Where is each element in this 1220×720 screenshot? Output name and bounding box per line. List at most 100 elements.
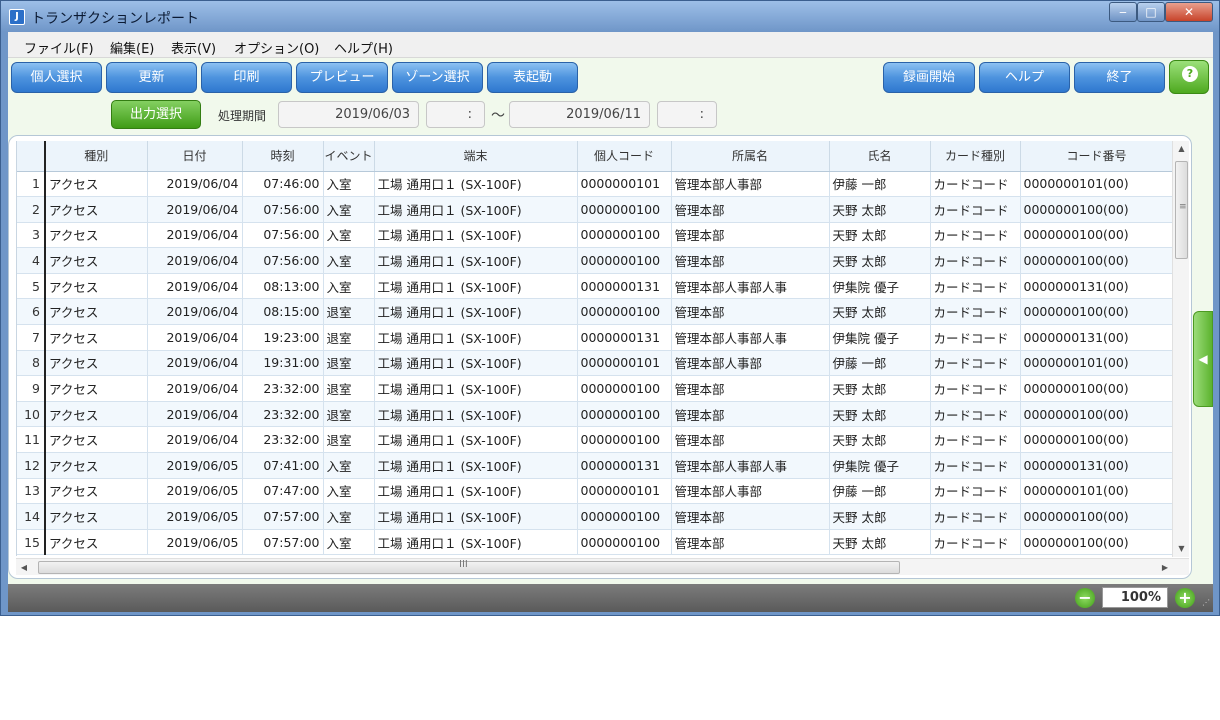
scroll-down-icon[interactable]: ▼ <box>1173 541 1190 557</box>
transaction-grid[interactable]: 種別 日付 時刻 イベント 端末 個人コード 所属名 氏名 カード種別 コード番号 1 アクセス 20… <box>16 141 1172 556</box>
table-cell: 工場 通用口１ (SX-100F) <box>374 196 578 223</box>
table-cell: 天野 太郎 <box>829 247 931 274</box>
row-number: 12 <box>17 452 46 479</box>
refresh-button[interactable]: 更新 <box>106 62 197 93</box>
table-cell: アクセス <box>45 324 148 351</box>
output-select-button[interactable]: 出力選択 <box>111 100 201 129</box>
table-row[interactable]: 4 アクセス 2019/06/04 07:56:00 入室 工場 通用口１ (SX-100… <box>17 247 1172 274</box>
column-header[interactable]: 時刻 <box>242 141 324 172</box>
table-cell: 2019/06/05 <box>147 503 243 530</box>
menu-options[interactable]: オプション(O) <box>234 38 319 57</box>
horizontal-scroll-thumb[interactable]: III <box>38 559 900 574</box>
table-cell: アクセス <box>45 452 148 479</box>
table-row[interactable]: 2 アクセス 2019/06/04 07:56:00 入室 工場 通用口１ (SX-100… <box>17 196 1172 223</box>
menu-edit[interactable]: 編集(E) <box>110 38 154 57</box>
table-cell: 07:57:00 <box>242 529 324 556</box>
table-row[interactable]: 12 アクセス 2019/06/05 07:41:00 入室 工場 通用口１ (SX-10… <box>17 452 1172 479</box>
table-cell: 管理本部人事部人事 <box>671 452 830 479</box>
column-header[interactable]: 日付 <box>147 141 243 172</box>
table-cell: 伊集院 優子 <box>829 452 931 479</box>
zone-select-button[interactable]: ゾーン選択 <box>392 62 483 93</box>
transaction-table: 種別 日付 時刻 イベント 端末 個人コード 所属名 氏名 カード種別 コード番号 1 アクセス 20… <box>17 141 1172 556</box>
title-bar[interactable]: J トランザクションレポート ‒ □ ✕ <box>1 1 1219 32</box>
row-number: 14 <box>17 503 46 530</box>
select-person-button[interactable]: 個人選択 <box>11 62 102 93</box>
table-row[interactable]: 1 アクセス 2019/06/04 07:46:00 入室 工場 通用口１ (SX-100… <box>17 171 1172 198</box>
table-cell: 2019/06/05 <box>147 478 243 505</box>
horizontal-scrollbar[interactable]: ◀ III ▶ <box>16 558 1189 575</box>
menu-help[interactable]: ヘルプ(H) <box>334 38 393 57</box>
preview-button[interactable]: プレビュー <box>296 62 388 93</box>
zoom-level[interactable]: 100% <box>1102 587 1168 608</box>
question-icon: ? <box>1182 66 1198 82</box>
resize-grip-icon[interactable]: ⋰ <box>1202 598 1210 607</box>
status-bar: − 100% + ⋰ <box>8 584 1213 612</box>
help-icon-button[interactable]: ? <box>1169 60 1209 94</box>
row-number: 15 <box>17 529 46 556</box>
table-row[interactable]: 14 アクセス 2019/06/05 07:57:00 入室 工場 通用口１ (SX-10… <box>17 503 1172 530</box>
zoom-out-button[interactable]: − <box>1075 588 1095 608</box>
table-row[interactable]: 9 アクセス 2019/06/04 23:32:00 退室 工場 通用口１ (SX-100… <box>17 375 1172 402</box>
scroll-up-icon[interactable]: ▲ <box>1173 141 1190 157</box>
column-header[interactable]: 氏名 <box>829 141 931 172</box>
menu-file[interactable]: ファイル(F) <box>24 38 94 57</box>
vertical-scrollbar[interactable]: ▲ ≡ ▼ <box>1172 141 1189 557</box>
column-header[interactable]: 所属名 <box>671 141 830 172</box>
side-panel-toggle[interactable]: ◀ <box>1193 311 1213 407</box>
table-cell: 工場 通用口１ (SX-100F) <box>374 503 578 530</box>
table-cell: 23:32:00 <box>242 401 324 428</box>
column-header[interactable]: 端末 <box>374 141 578 172</box>
exit-button[interactable]: 終了 <box>1074 62 1165 93</box>
launch-table-button[interactable]: 表起動 <box>487 62 578 93</box>
table-cell: 天野 太郎 <box>829 196 931 223</box>
grip-icon: III <box>459 559 468 570</box>
column-header[interactable]: イベント <box>323 141 375 172</box>
table-cell: アクセス <box>45 426 148 454</box>
table-row[interactable]: 5 アクセス 2019/06/04 08:13:00 入室 工場 通用口１ (SX-100… <box>17 273 1172 300</box>
maximize-button[interactable]: □ <box>1137 2 1165 22</box>
column-header[interactable]: 個人コード <box>577 141 672 172</box>
table-cell: 0000000131 <box>577 273 672 300</box>
print-button[interactable]: 印刷 <box>201 62 292 93</box>
table-row[interactable]: 6 アクセス 2019/06/04 08:15:00 退室 工場 通用口１ (SX-100… <box>17 298 1172 326</box>
start-recording-button[interactable]: 録画開始 <box>883 62 975 93</box>
zoom-in-button[interactable]: + <box>1175 588 1195 608</box>
table-row[interactable]: 15 アクセス 2019/06/05 07:57:00 入室 工場 通用口１ (SX-10… <box>17 529 1172 556</box>
row-number-header <box>17 141 46 172</box>
table-cell: 退室 <box>323 401 375 428</box>
table-cell: 19:23:00 <box>242 324 324 351</box>
table-row[interactable]: 3 アクセス 2019/06/04 07:56:00 入室 工場 通用口１ (SX-100… <box>17 222 1172 249</box>
client-area: ファイル(F) 編集(E) 表示(V) オプション(O) ヘルプ(H) 個人選択… <box>8 32 1213 584</box>
table-cell: 管理本部人事部人事 <box>671 273 830 300</box>
close-button[interactable]: ✕ <box>1165 2 1213 22</box>
table-cell: 2019/06/04 <box>147 350 243 377</box>
menu-view[interactable]: 表示(V) <box>171 38 216 57</box>
table-row[interactable]: 8 アクセス 2019/06/04 19:31:00 退室 工場 通用口１ (SX-100… <box>17 350 1172 377</box>
table-row[interactable]: 13 アクセス 2019/06/05 07:47:00 入室 工場 通用口１ (SX-10… <box>17 478 1172 505</box>
column-header[interactable]: カード種別 <box>930 141 1021 172</box>
table-cell: アクセス <box>45 401 148 428</box>
table-cell: 管理本部 <box>671 401 830 428</box>
table-row[interactable]: 7 アクセス 2019/06/04 19:23:00 退室 工場 通用口１ (SX-100… <box>17 324 1172 351</box>
to-time-field[interactable]: : <box>657 101 717 128</box>
scroll-left-icon[interactable]: ◀ <box>16 559 32 576</box>
table-cell: 0000000100 <box>577 375 672 402</box>
table-cell: カードコード <box>930 529 1021 556</box>
to-date-field[interactable]: 2019/06/11 <box>509 101 650 128</box>
help-button[interactable]: ヘルプ <box>979 62 1070 93</box>
table-cell: 管理本部 <box>671 247 830 274</box>
row-number: 4 <box>17 247 46 274</box>
vertical-scroll-thumb[interactable]: ≡ <box>1175 161 1188 259</box>
table-row[interactable]: 11 アクセス 2019/06/04 23:32:00 退室 工場 通用口１ (SX-10… <box>17 426 1172 454</box>
table-row[interactable]: 10 アクセス 2019/06/04 23:32:00 退室 工場 通用口１ (SX-10… <box>17 401 1172 428</box>
table-cell: カードコード <box>930 222 1021 249</box>
table-cell: 2019/06/05 <box>147 452 243 479</box>
column-header[interactable]: コード番号 <box>1020 141 1172 172</box>
from-date-field[interactable]: 2019/06/03 <box>278 101 419 128</box>
table-cell: 2019/06/05 <box>147 529 243 556</box>
from-time-field[interactable]: : <box>426 101 485 128</box>
table-cell: 2019/06/04 <box>147 375 243 402</box>
column-header[interactable]: 種別 <box>45 141 148 172</box>
minimize-button[interactable]: ‒ <box>1109 2 1137 22</box>
scroll-right-icon[interactable]: ▶ <box>1157 559 1173 576</box>
